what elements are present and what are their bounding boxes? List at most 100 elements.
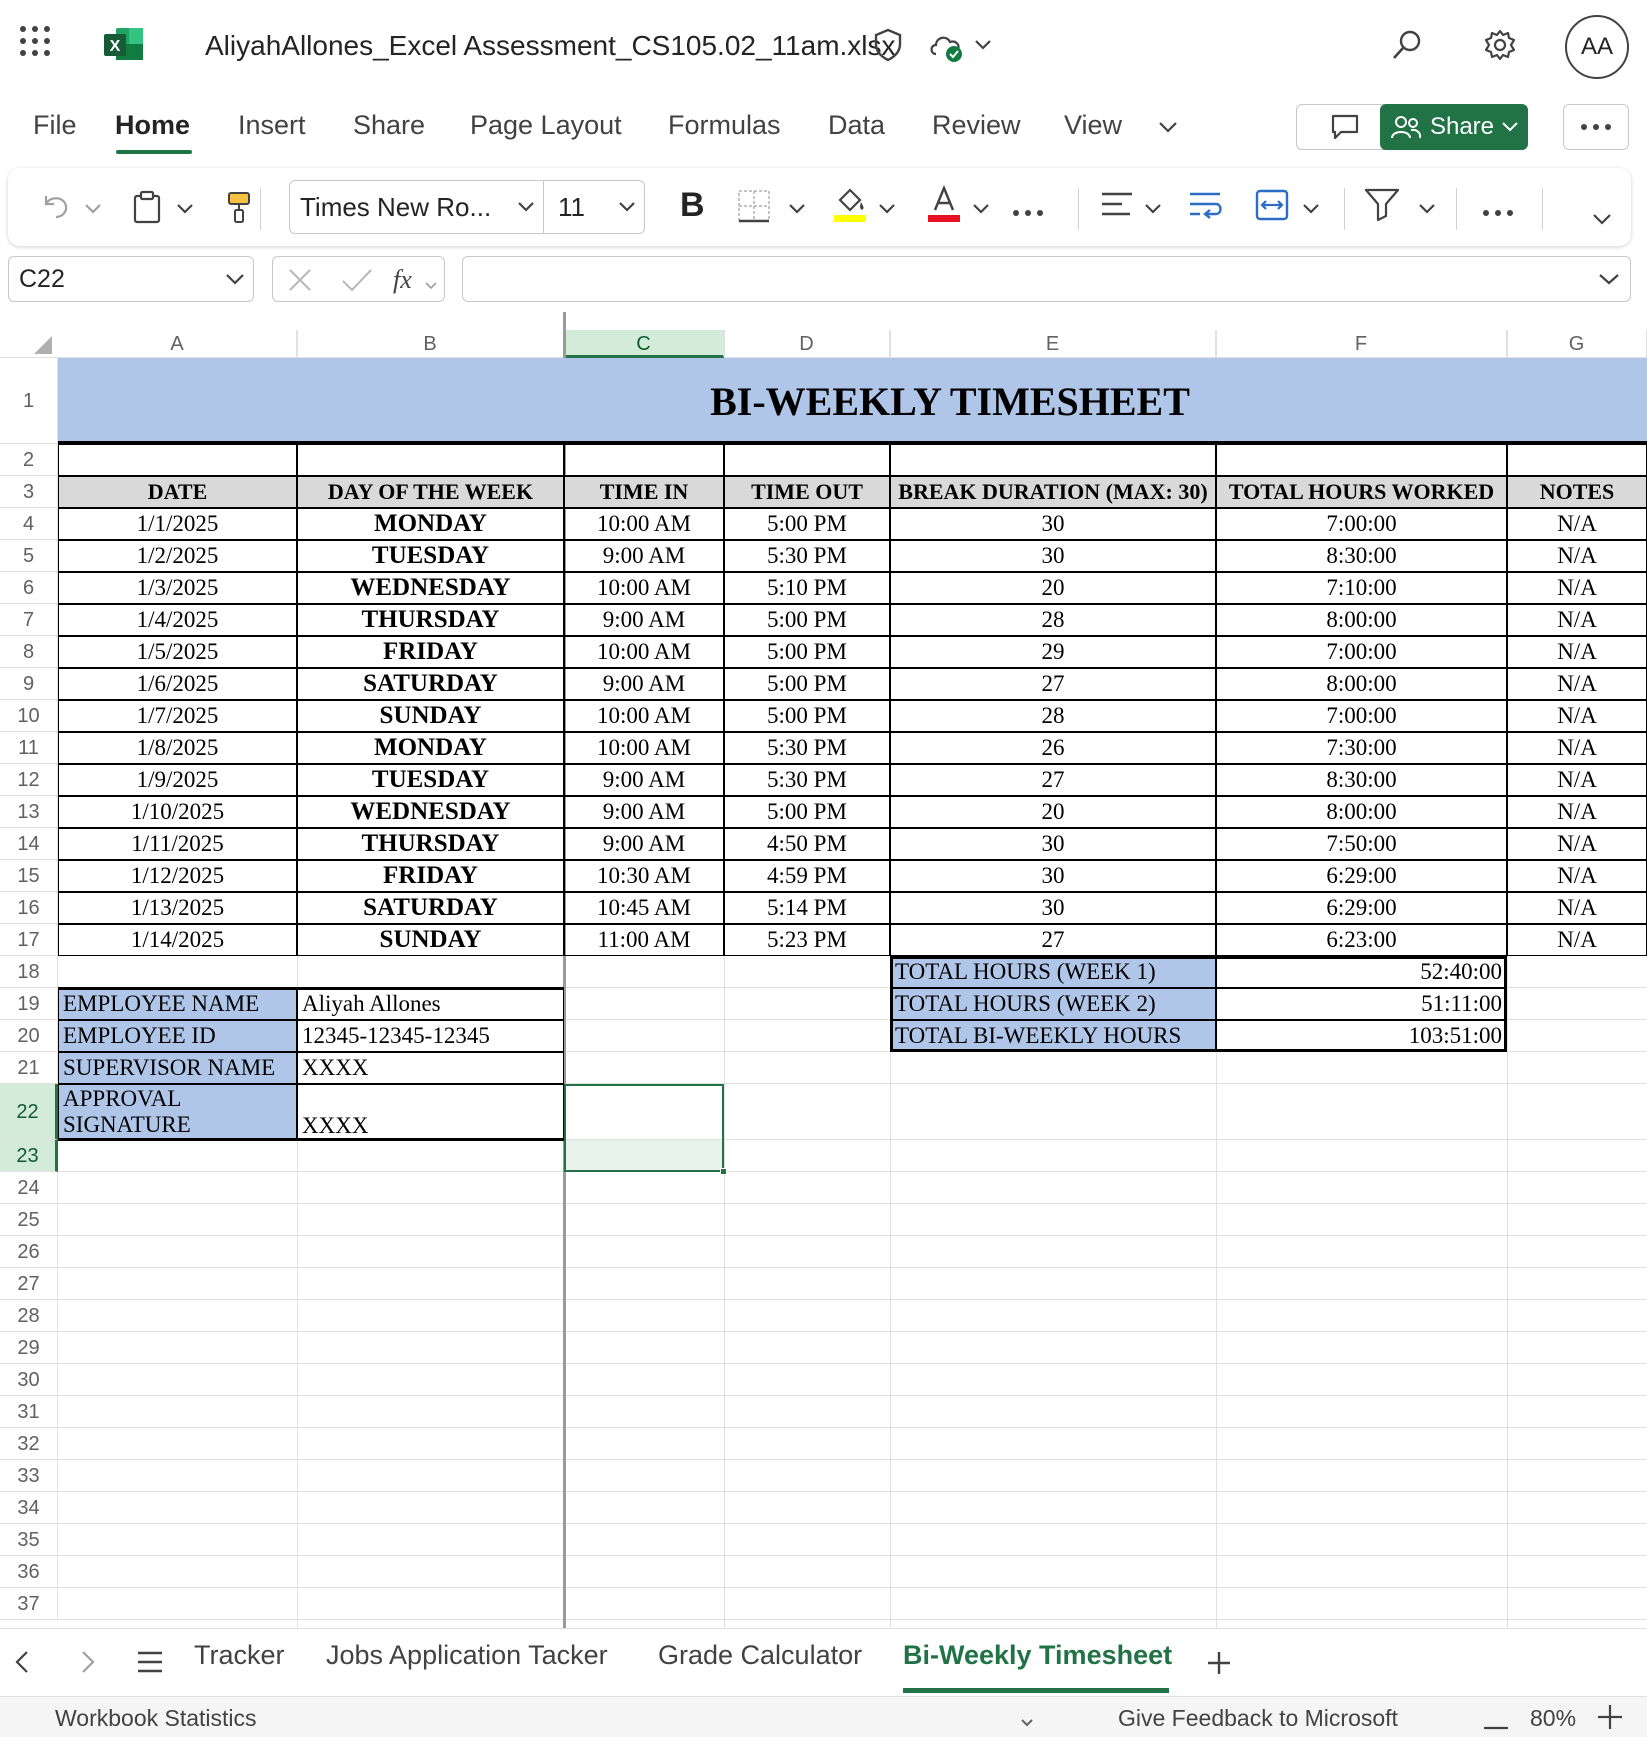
time-in-cell[interactable]: 9:00 AM bbox=[564, 540, 724, 572]
day-cell[interactable]: THURSDAY bbox=[297, 604, 564, 636]
total-hours-cell[interactable]: 8:30:00 bbox=[1216, 540, 1507, 572]
empty-cell[interactable] bbox=[58, 444, 297, 476]
row-header-10[interactable]: 10 bbox=[0, 700, 58, 732]
employee-value[interactable]: XXXX bbox=[297, 1052, 564, 1084]
gear-icon[interactable] bbox=[1483, 28, 1517, 67]
time-out-cell[interactable]: 5:14 PM bbox=[724, 892, 890, 924]
document-title[interactable]: AliyahAllones_Excel Assessment_CS105.02_… bbox=[205, 30, 896, 62]
totals-value[interactable]: 103:51:00 bbox=[1216, 1020, 1507, 1052]
name-box[interactable]: C22 bbox=[8, 256, 254, 302]
avatar[interactable]: AA bbox=[1565, 15, 1629, 79]
zoom-in-icon[interactable] bbox=[1598, 1705, 1622, 1734]
row-header-2[interactable]: 2 bbox=[0, 444, 58, 476]
column-label[interactable]: BREAK DURATION (MAX: 30) bbox=[890, 476, 1216, 508]
date-cell[interactable]: 1/3/2025 bbox=[58, 572, 297, 604]
total-hours-cell[interactable]: 7:10:00 bbox=[1216, 572, 1507, 604]
notes-cell[interactable]: N/A bbox=[1507, 860, 1647, 892]
add-sheet-icon[interactable] bbox=[1206, 1650, 1232, 1681]
total-hours-cell[interactable]: 8:00:00 bbox=[1216, 796, 1507, 828]
row-header-34[interactable]: 34 bbox=[0, 1492, 58, 1524]
day-cell[interactable]: SUNDAY bbox=[297, 924, 564, 956]
empty-cell[interactable] bbox=[1216, 444, 1507, 476]
empty-cell[interactable] bbox=[890, 444, 1216, 476]
previous-sheet-icon[interactable] bbox=[14, 1650, 30, 1679]
notes-cell[interactable]: N/A bbox=[1507, 572, 1647, 604]
break-cell[interactable]: 27 bbox=[890, 668, 1216, 700]
row-header-21[interactable]: 21 bbox=[0, 1052, 58, 1084]
font-color-icon[interactable] bbox=[926, 184, 962, 229]
align-dropdown-icon[interactable] bbox=[1144, 202, 1162, 220]
undo-icon[interactable] bbox=[40, 190, 72, 227]
time-out-cell[interactable]: 5:00 PM bbox=[724, 668, 890, 700]
column-label[interactable]: TOTAL HOURS WORKED bbox=[1216, 476, 1507, 508]
totals-value[interactable]: 51:11:00 bbox=[1216, 988, 1507, 1020]
date-cell[interactable]: 1/10/2025 bbox=[58, 796, 297, 828]
font-color-dropdown-icon[interactable] bbox=[972, 202, 990, 220]
notes-cell[interactable]: N/A bbox=[1507, 508, 1647, 540]
chevron-down-icon[interactable] bbox=[974, 38, 992, 56]
time-in-cell[interactable]: 9:00 AM bbox=[564, 604, 724, 636]
row-header-33[interactable]: 33 bbox=[0, 1460, 58, 1492]
row-header-35[interactable]: 35 bbox=[0, 1524, 58, 1556]
sensitivity-shield-icon[interactable] bbox=[873, 28, 903, 67]
tab-file[interactable]: File bbox=[33, 110, 77, 141]
notes-cell[interactable]: N/A bbox=[1507, 604, 1647, 636]
totals-label[interactable]: TOTAL HOURS (WEEK 2) bbox=[890, 988, 1216, 1020]
break-cell[interactable]: 20 bbox=[890, 572, 1216, 604]
sheet-tab-grade-calculator[interactable]: Grade Calculator bbox=[658, 1640, 862, 1671]
time-in-cell[interactable]: 10:00 AM bbox=[564, 732, 724, 764]
row-header-31[interactable]: 31 bbox=[0, 1396, 58, 1428]
time-out-cell[interactable]: 5:10 PM bbox=[724, 572, 890, 604]
time-out-cell[interactable]: 5:00 PM bbox=[724, 796, 890, 828]
day-cell[interactable]: FRIDAY bbox=[297, 636, 564, 668]
employee-label[interactable]: SUPERVISOR NAME bbox=[58, 1052, 297, 1084]
borders-dropdown-icon[interactable] bbox=[788, 202, 806, 220]
time-in-cell[interactable]: 9:00 AM bbox=[564, 828, 724, 860]
row-header-6[interactable]: 6 bbox=[0, 572, 58, 604]
total-hours-cell[interactable]: 6:29:00 bbox=[1216, 860, 1507, 892]
row-header-23[interactable]: 23 bbox=[0, 1140, 58, 1172]
row-header-5[interactable]: 5 bbox=[0, 540, 58, 572]
sort-filter-dropdown-icon[interactable] bbox=[1418, 202, 1436, 220]
column-header-g[interactable]: G bbox=[1507, 330, 1647, 358]
share-button[interactable]: Share bbox=[1380, 104, 1528, 150]
row-header-28[interactable]: 28 bbox=[0, 1300, 58, 1332]
total-hours-cell[interactable]: 6:23:00 bbox=[1216, 924, 1507, 956]
day-cell[interactable]: TUESDAY bbox=[297, 764, 564, 796]
tab-data[interactable]: Data bbox=[828, 110, 885, 141]
cancel-formula-icon[interactable] bbox=[287, 267, 313, 298]
totals-value[interactable]: 52:40:00 bbox=[1216, 956, 1507, 988]
notes-cell[interactable]: N/A bbox=[1507, 700, 1647, 732]
enter-formula-icon[interactable] bbox=[341, 267, 373, 298]
next-sheet-icon[interactable] bbox=[80, 1650, 96, 1679]
notes-cell[interactable]: N/A bbox=[1507, 796, 1647, 828]
break-cell[interactable]: 28 bbox=[890, 604, 1216, 636]
row-header-26[interactable]: 26 bbox=[0, 1236, 58, 1268]
time-in-cell[interactable]: 10:00 AM bbox=[564, 636, 724, 668]
day-cell[interactable]: TUESDAY bbox=[297, 540, 564, 572]
zoom-level[interactable]: 80% bbox=[1530, 1705, 1576, 1732]
all-sheets-menu-icon[interactable] bbox=[136, 1650, 164, 1679]
row-header-27[interactable]: 27 bbox=[0, 1268, 58, 1300]
total-hours-cell[interactable]: 6:29:00 bbox=[1216, 892, 1507, 924]
day-cell[interactable]: WEDNESDAY bbox=[297, 796, 564, 828]
tab-share[interactable]: Share bbox=[353, 110, 425, 141]
row-header-8[interactable]: 8 bbox=[0, 636, 58, 668]
row-header-36[interactable]: 36 bbox=[0, 1556, 58, 1588]
row-header-24[interactable]: 24 bbox=[0, 1172, 58, 1204]
day-cell[interactable]: FRIDAY bbox=[297, 860, 564, 892]
search-icon[interactable] bbox=[1390, 28, 1424, 67]
empty-cell[interactable] bbox=[564, 444, 724, 476]
row-header-4[interactable]: 4 bbox=[0, 508, 58, 540]
row-header-13[interactable]: 13 bbox=[0, 796, 58, 828]
total-hours-cell[interactable]: 8:30:00 bbox=[1216, 764, 1507, 796]
column-header-c[interactable]: C bbox=[564, 330, 724, 358]
merge-cells-icon[interactable] bbox=[1254, 188, 1290, 227]
day-cell[interactable]: MONDAY bbox=[297, 732, 564, 764]
break-cell[interactable]: 29 bbox=[890, 636, 1216, 668]
date-cell[interactable]: 1/2/2025 bbox=[58, 540, 297, 572]
total-hours-cell[interactable]: 7:00:00 bbox=[1216, 508, 1507, 540]
row-header-3[interactable]: 3 bbox=[0, 476, 58, 508]
break-cell[interactable]: 30 bbox=[890, 860, 1216, 892]
date-cell[interactable]: 1/9/2025 bbox=[58, 764, 297, 796]
